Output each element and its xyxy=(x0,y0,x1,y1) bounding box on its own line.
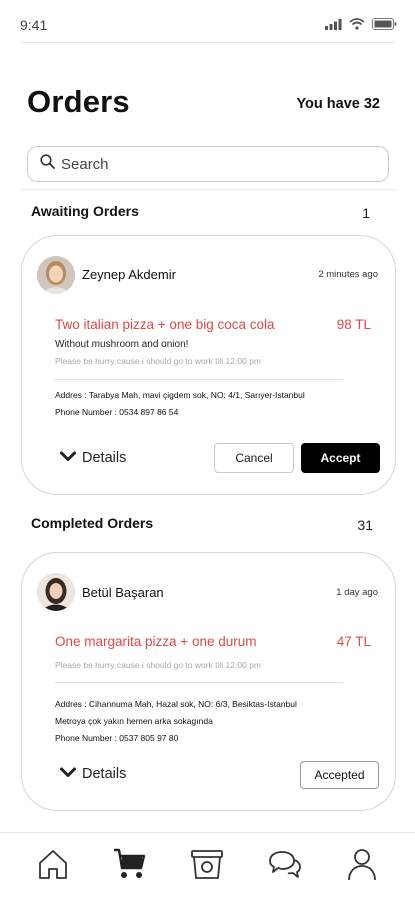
nav-profile[interactable] xyxy=(340,845,384,889)
section-divider xyxy=(20,189,395,190)
orders-icon xyxy=(190,847,224,886)
battery-icon xyxy=(372,17,397,35)
completed-orders-title: Completed Orders xyxy=(31,515,154,531)
details-toggle[interactable]: Details xyxy=(60,450,126,466)
card-divider xyxy=(55,379,343,380)
page-title: Orders xyxy=(27,84,130,119)
completed-order-card: Betül Başaran 1 day ago One margarita pi… xyxy=(21,552,396,811)
details-toggle[interactable]: Details xyxy=(60,766,126,782)
search-icon xyxy=(40,154,55,174)
customer-name: Zeynep Akdemir xyxy=(82,267,176,282)
order-title: Two italian pizza + one big coca cola xyxy=(55,317,275,332)
order-price: 47 TL xyxy=(336,634,371,649)
order-hint: Please be hurry cause i should go to wor… xyxy=(55,660,262,670)
awaiting-orders-title: Awaiting Orders xyxy=(31,203,139,219)
order-note: Without mushroom and onion! xyxy=(55,339,189,350)
status-time: 9:41 xyxy=(20,17,48,33)
avatar xyxy=(37,573,75,611)
search-bar[interactable] xyxy=(27,146,389,182)
nav-home[interactable] xyxy=(31,845,75,889)
home-icon xyxy=(37,848,69,885)
cart-icon xyxy=(113,848,147,885)
nav-cart[interactable] xyxy=(108,845,152,889)
wifi-icon xyxy=(349,17,365,35)
profile-icon xyxy=(346,847,378,886)
order-phone: Phone Number : 0537 805 97 80 xyxy=(55,733,179,743)
chevron-down-icon xyxy=(60,766,76,782)
accepted-status-button[interactable]: Accepted xyxy=(300,761,379,789)
order-address-note: Metroya çok yakın hemen arka sokagında xyxy=(55,716,213,726)
details-label: Details xyxy=(82,450,127,466)
search-input[interactable] xyxy=(61,155,361,173)
nav-messages[interactable] xyxy=(263,845,307,889)
chat-icon xyxy=(268,848,302,885)
status-icons xyxy=(325,17,397,35)
bottom-nav xyxy=(0,832,415,900)
order-address: Addres : Cihannuma Mah, Hazal sok, NO: 6… xyxy=(55,699,297,709)
order-price: 98 TL xyxy=(336,317,371,332)
awaiting-order-card: Zeynep Akdemir 2 minutes ago Two italian… xyxy=(21,235,396,495)
card-divider xyxy=(55,682,343,683)
avatar xyxy=(37,256,75,294)
cancel-button[interactable]: Cancel xyxy=(214,443,294,473)
order-address: Addres : Tarabya Mah, mavi çigdem sok, N… xyxy=(55,390,305,400)
order-time: 1 day ago xyxy=(336,587,378,598)
completed-orders-count: 31 xyxy=(357,517,373,533)
order-hint: Please be hurry cause i should go to wor… xyxy=(55,356,262,366)
nav-orders[interactable] xyxy=(185,845,229,889)
order-count: You have 32 xyxy=(296,96,380,112)
order-title: One margarita pizza + one durum xyxy=(55,634,257,649)
details-label: Details xyxy=(82,766,127,782)
accept-button[interactable]: Accept xyxy=(301,443,380,473)
status-divider xyxy=(20,42,395,43)
signal-icon xyxy=(325,17,342,35)
order-phone: Phone Number : 0534 897 86 54 xyxy=(55,407,179,417)
order-time: 2 minutes ago xyxy=(318,269,378,280)
customer-name: Betül Başaran xyxy=(82,585,164,600)
awaiting-orders-count: 1 xyxy=(362,205,370,221)
status-bar: 9:41 xyxy=(0,0,415,44)
chevron-down-icon xyxy=(60,450,76,466)
